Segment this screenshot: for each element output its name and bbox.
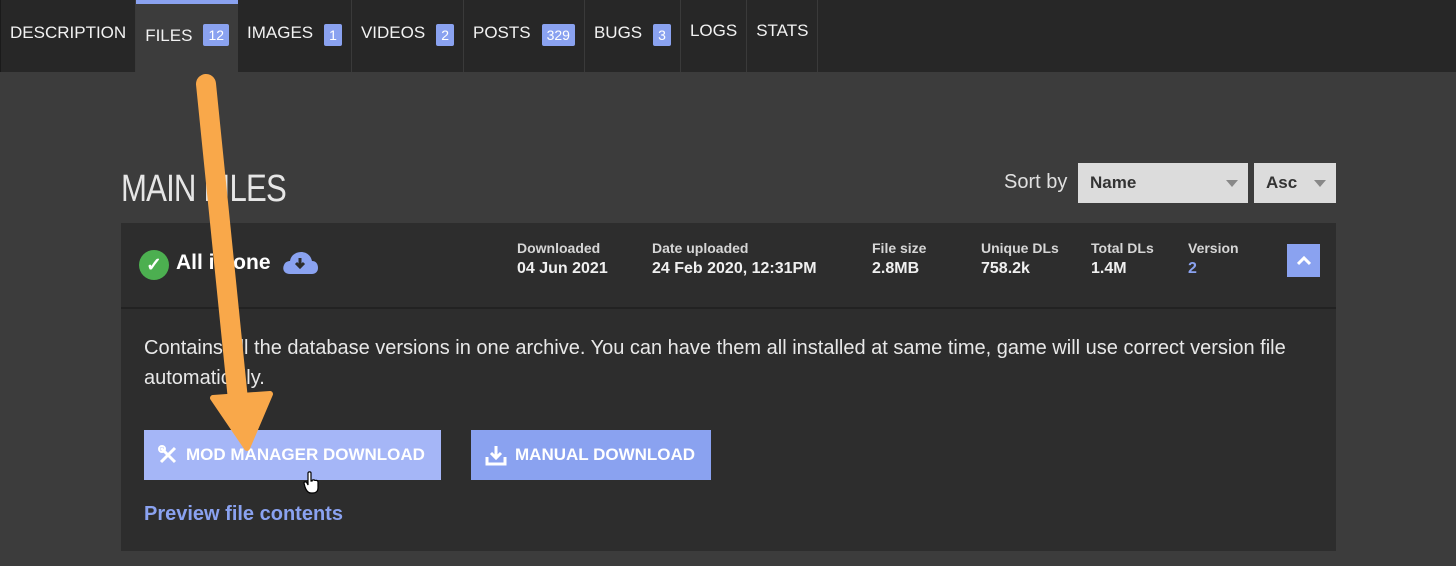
stat-value: 758.2k [981,260,1030,277]
sort-order-value: Asc [1266,173,1298,192]
tab-count-badge: 1 [324,24,342,46]
stat-value: 04 Jun 2021 [517,260,608,277]
preview-file-contents-link[interactable]: Preview file contents [144,503,343,526]
stat-value: 1.4M [1091,260,1127,277]
tab-count-badge: 3 [653,24,671,46]
download-icon [485,444,507,466]
stat-total-dls: Total DLs 1.4M [1091,240,1154,278]
stat-label: Date uploaded [652,240,749,256]
stat-value: 2.8MB [872,260,920,277]
stat-label: File size [872,240,927,256]
file-header[interactable]: ✓ All in one Downloaded 04 Jun 2021 Date… [121,223,1336,309]
sort-order-select[interactable]: Asc [1254,163,1336,203]
tab-description[interactable]: DESCRIPTION [1,0,137,72]
button-label: MOD MANAGER DOWNLOAD [186,445,425,464]
tab-bar: DESCRIPTION FILES 12 IMAGES 1 VIDEOS 2 POST… [0,0,1456,72]
stat-value: 24 Feb 2020, 12:31PM [652,260,817,277]
tab-label: FILES [145,26,193,45]
hand-cursor-icon [303,471,319,494]
tab-label: VIDEOS [360,23,426,42]
chevron-down-icon [1314,180,1326,187]
chevron-up-icon [1296,255,1311,265]
sort-field-value: Name [1090,173,1137,192]
tab-label: STATS [756,21,809,40]
manual-download-button[interactable]: MANUAL DOWNLOAD [471,430,711,480]
file-name: All in one [176,251,271,274]
tools-icon [158,445,178,465]
tab-label: POSTS [472,23,531,42]
stat-file-size: File size 2.8MB [872,240,926,278]
collapse-button[interactable] [1287,244,1320,277]
tab-logs[interactable]: LOGS [681,0,748,72]
tab-images[interactable]: IMAGES 1 [238,0,352,72]
mod-manager-download-button[interactable]: MOD MANAGER DOWNLOAD [144,430,441,480]
cloud-download-icon [281,250,319,281]
tab-videos[interactable]: VIDEOS 2 [352,0,464,72]
tab-stats[interactable]: STATS [747,0,819,72]
stat-value[interactable]: 2 [1188,260,1239,278]
tab-label: IMAGES [247,23,314,42]
tab-count-badge: 2 [436,24,454,46]
file-details: Contains all the database versions in on… [121,309,1336,551]
stat-version: Version 2 [1188,240,1239,278]
chevron-down-icon [1226,180,1238,187]
stat-label: Downloaded [517,240,601,256]
stat-unique-dls: Unique DLs 758.2k [981,240,1059,278]
tab-files[interactable]: FILES 12 [136,0,239,72]
tab-bugs[interactable]: BUGS 3 [585,0,681,72]
stat-label: Total DLs [1091,240,1154,256]
sort-label: Sort by [1004,171,1068,193]
stat-date-uploaded: Date uploaded 24 Feb 2020, 12:31PM [652,240,817,278]
tab-label: BUGS [593,23,643,42]
tab-label: LOGS [689,21,738,40]
sort-field-select[interactable]: Name [1078,163,1248,203]
stat-label: Unique DLs [981,240,1059,256]
button-label: MANUAL DOWNLOAD [515,445,696,464]
check-icon: ✓ [139,250,169,280]
stat-downloaded: Downloaded 04 Jun 2021 [517,240,608,278]
file-description: Contains all the database versions in on… [144,337,1286,389]
stat-label: Version [1188,240,1239,256]
tab-count-badge: 12 [203,24,230,46]
tab-label: DESCRIPTION [10,23,127,42]
tab-count-badge: 329 [541,24,575,46]
tab-posts[interactable]: POSTS 329 [464,0,585,72]
section-title: MAIN FILES [121,168,287,210]
